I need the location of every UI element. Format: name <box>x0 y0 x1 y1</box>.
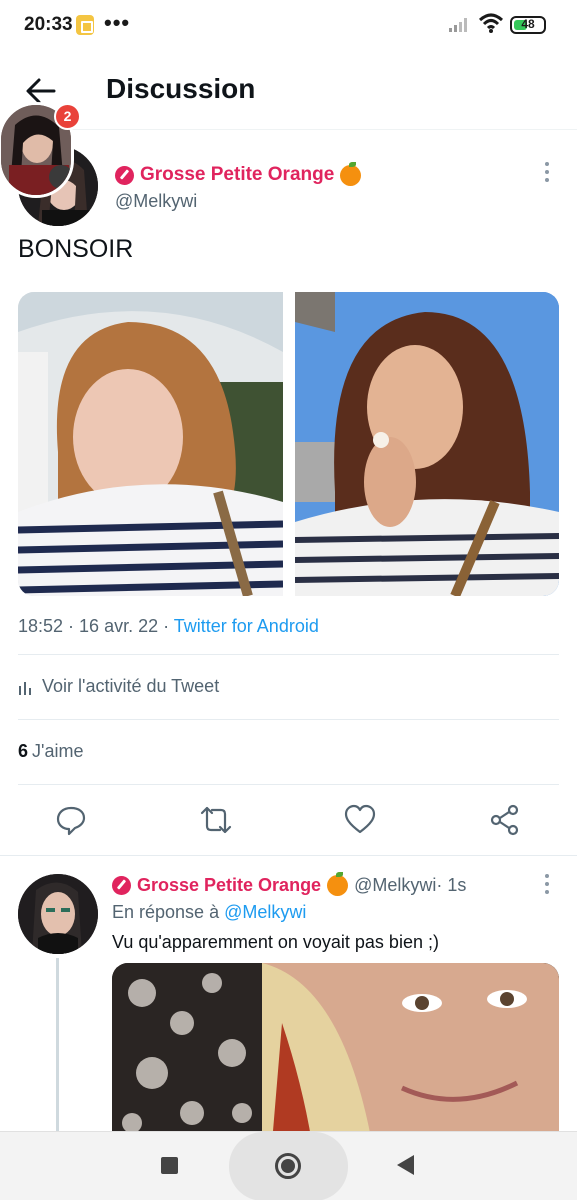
more-vertical-icon[interactable] <box>540 872 554 896</box>
back-triangle-icon[interactable] <box>397 1155 414 1175</box>
top-app-bar: Discussion <box>0 52 577 130</box>
app-notification-icon <box>76 15 94 35</box>
page-title: Discussion <box>106 73 256 104</box>
author-handle[interactable]: @Melkywi <box>115 191 197 212</box>
home-icon[interactable] <box>275 1153 301 1179</box>
likes-link[interactable]: 6 J'aime <box>18 741 83 762</box>
more-vertical-icon[interactable] <box>540 160 554 184</box>
reply-author-avatar[interactable] <box>18 874 98 954</box>
in-reply-to: En réponse à @Melkywi <box>112 902 306 923</box>
battery-percent: 48 <box>521 17 535 31</box>
tweet-media <box>18 292 559 596</box>
divider <box>18 654 559 655</box>
in-reply-to-handle[interactable]: @Melkywi <box>224 902 306 922</box>
tweet-timestamp: 18:52 · 16 avr. 22 · Twitter for Android <box>18 616 319 637</box>
orange-emoji-icon <box>327 871 349 896</box>
retweet-icon[interactable] <box>200 804 232 836</box>
status-bar: 20:33 ••• 48 <box>0 0 577 52</box>
battery-icon: 48 <box>510 16 546 34</box>
reply-photo-image <box>112 963 559 1143</box>
author-name-row[interactable]: Grosse Petite Orange <box>115 161 362 188</box>
reply-author-name[interactable]: Grosse Petite Orange <box>137 875 321 896</box>
reply-author-handle[interactable]: @Melkywi <box>354 875 436 896</box>
activity-label: Voir l'activité du Tweet <box>42 676 220 696</box>
divider <box>18 719 559 720</box>
heart-icon[interactable] <box>344 804 376 836</box>
in-reply-to-label: En réponse à <box>112 902 225 922</box>
likes-label: J'aime <box>32 741 84 761</box>
orange-emoji-icon <box>340 161 362 186</box>
thread-line <box>56 958 59 1138</box>
photo-2-image <box>294 292 559 596</box>
pen-badge-icon <box>112 875 131 895</box>
share-icon[interactable] <box>489 804 521 836</box>
tweet-date: 16 avr. 22 <box>79 616 159 636</box>
wifi-icon <box>478 13 504 33</box>
more-notifications-icon: ••• <box>104 10 131 35</box>
tweet-time: 18:52 <box>18 616 64 636</box>
pen-badge-icon <box>115 165 134 185</box>
meta-separator: · <box>158 616 174 636</box>
divider <box>0 855 577 856</box>
reply-text: Vu qu'apparemment on voyait pas bien ;) <box>112 932 439 952</box>
comment-icon[interactable] <box>55 804 87 836</box>
signal-icon <box>449 18 467 32</box>
tweet-activity-link[interactable]: Voir l'activité du Tweet <box>18 676 219 697</box>
photo-1-image <box>18 292 283 596</box>
likes-count: 6 <box>18 741 29 761</box>
tweet-photo-2[interactable] <box>294 292 559 596</box>
reply-avatar-image <box>18 874 98 954</box>
system-nav-bar <box>0 1131 577 1200</box>
reply-author-row[interactable]: Grosse Petite Orange @Melkywi · 1s <box>112 871 467 897</box>
meta-separator: · <box>63 616 80 636</box>
reply-time: · 1s <box>436 874 467 895</box>
tweet-photo-1[interactable] <box>18 292 283 596</box>
tweet-source-link[interactable]: Twitter for Android <box>174 616 319 636</box>
author-name[interactable]: Grosse Petite Orange <box>140 164 334 186</box>
notification-badge: 2 <box>54 103 81 130</box>
analytics-icon <box>19 681 31 695</box>
reply-photo[interactable] <box>112 963 559 1143</box>
divider <box>18 784 559 785</box>
tweet-text: BONSOIR <box>18 235 134 263</box>
status-time: 20:33 <box>24 14 73 35</box>
tweet-actions <box>0 800 577 846</box>
recent-apps-icon[interactable] <box>161 1157 178 1174</box>
